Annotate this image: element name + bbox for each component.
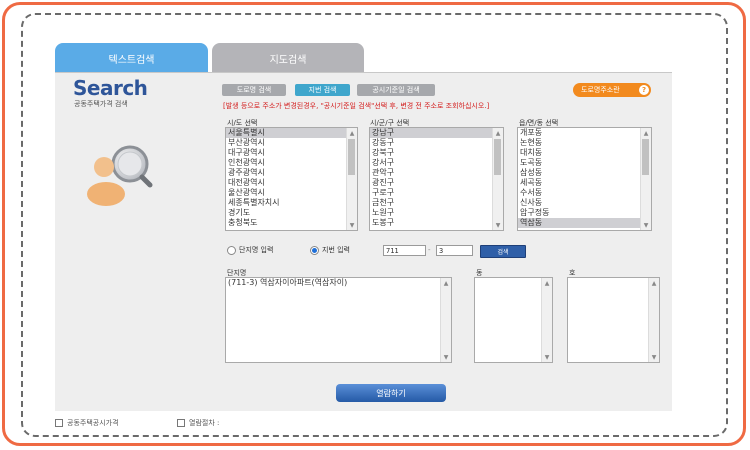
search-person-icon xyxy=(87,145,153,206)
sido-option[interactable]: 울산광역시 xyxy=(226,188,357,198)
scroll-thumb[interactable] xyxy=(494,139,501,175)
dong-option[interactable]: 신사동 xyxy=(518,198,651,208)
footer-link-price-label: 공동주택공시가격 xyxy=(67,419,119,427)
sigungu-option[interactable]: 강서구 xyxy=(370,158,503,168)
dong-option[interactable]: 도곡동 xyxy=(518,158,651,168)
dong-option[interactable]: 논현동 xyxy=(518,138,651,148)
sido-option[interactable]: 세종특별자치시 xyxy=(226,198,357,208)
bullet-icon xyxy=(177,419,185,427)
notice-date-search-button[interactable]: 공시기준일 검색 xyxy=(357,84,435,96)
road-search-button[interactable]: 도로명 검색 xyxy=(222,84,286,96)
dong-result-scrollbar[interactable]: ▲ ▼ xyxy=(541,278,552,362)
jibun-radio-label: 지번 입력 xyxy=(322,246,350,254)
lot-search-button[interactable]: 지번 검색 xyxy=(295,84,350,96)
dong-option[interactable]: 역삼동 xyxy=(518,218,651,228)
tab-map-search[interactable]: 지도검색 xyxy=(212,43,364,73)
sigungu-option[interactable]: 도봉구 xyxy=(370,218,503,228)
dong-result-listbox[interactable]: ▲ ▼ xyxy=(474,277,553,363)
sigungu-option[interactable]: 강동구 xyxy=(370,138,503,148)
dong-scrollbar[interactable]: ▲ ▼ xyxy=(640,128,651,230)
sido-option[interactable]: 광주광역시 xyxy=(226,168,357,178)
scroll-up-icon[interactable]: ▲ xyxy=(641,128,651,138)
ho-result-scrollbar[interactable]: ▲ ▼ xyxy=(648,278,659,362)
danji-result-scrollbar[interactable]: ▲ ▼ xyxy=(440,278,451,362)
help-icon: ? xyxy=(639,85,649,95)
sigungu-option[interactable]: 강남구 xyxy=(370,128,503,138)
scroll-up-icon[interactable]: ▲ xyxy=(542,278,552,288)
dong-option[interactable]: 삼성동 xyxy=(518,168,651,178)
sido-option[interactable]: 부산광역시 xyxy=(226,138,357,148)
dong-option[interactable]: 수서동 xyxy=(518,188,651,198)
jibun-separator: - xyxy=(428,246,431,254)
radio-icon xyxy=(310,245,319,255)
scroll-down-icon[interactable]: ▼ xyxy=(641,220,651,230)
jibun-sub-input[interactable]: 3 xyxy=(436,245,473,256)
footer-link-procedure-label: 열람절차 : xyxy=(189,419,220,427)
radio-icon xyxy=(227,245,236,255)
danji-result-listbox[interactable]: (711-3) 역삼자이아파트(역삼자이) ▲ ▼ xyxy=(225,277,452,363)
dong-option[interactable]: 압구정동 xyxy=(518,208,651,218)
sigungu-option[interactable]: 노원구 xyxy=(370,208,503,218)
scroll-thumb[interactable] xyxy=(642,139,649,175)
jibun-main-input[interactable]: 711 xyxy=(383,245,426,256)
dong-option[interactable]: 대치동 xyxy=(518,148,651,158)
sido-option[interactable]: 대전광역시 xyxy=(226,178,357,188)
sigungu-scrollbar[interactable]: ▲ ▼ xyxy=(492,128,503,230)
bullet-icon xyxy=(55,419,63,427)
dong-option[interactable]: 개포동 xyxy=(518,128,651,138)
sido-listbox[interactable]: 서울특별시 부산광역시 대구광역시 인천광역시 광주광역시 대전광역시 울산광역시 세종특별자… xyxy=(225,127,358,231)
jibun-radio[interactable]: 지번 입력 xyxy=(310,245,350,255)
tab-text-search[interactable]: 텍스트검색 xyxy=(55,43,208,73)
jibun-search-button[interactable]: 검색 xyxy=(480,245,526,258)
road-address-label: 도로명주소란 xyxy=(581,86,620,94)
search-logo-subtitle: 공동주택가격 검색 xyxy=(74,100,128,108)
scroll-up-icon[interactable]: ▲ xyxy=(649,278,659,288)
view-button[interactable]: 열람하기 xyxy=(336,384,446,402)
sido-option[interactable]: 경기도 xyxy=(226,208,357,218)
footer-link-price[interactable]: 공동주택공시가격 xyxy=(55,418,119,428)
scroll-up-icon[interactable]: ▲ xyxy=(347,128,357,138)
sido-option[interactable]: 서울특별시 xyxy=(226,128,357,138)
scroll-up-icon[interactable]: ▲ xyxy=(493,128,503,138)
sido-scrollbar[interactable]: ▲ ▼ xyxy=(346,128,357,230)
footer-link-procedure[interactable]: 열람절차 : xyxy=(177,418,219,428)
sido-option[interactable]: 충청북도 xyxy=(226,218,357,228)
scroll-down-icon[interactable]: ▼ xyxy=(649,352,659,362)
scroll-thumb[interactable] xyxy=(348,139,355,175)
scroll-down-icon[interactable]: ▼ xyxy=(441,352,451,362)
sigungu-option[interactable]: 구로구 xyxy=(370,188,503,198)
ho-result-listbox[interactable]: ▲ ▼ xyxy=(567,277,660,363)
road-address-button[interactable]: 도로명주소란 ? xyxy=(573,83,651,97)
sigungu-option[interactable]: 금천구 xyxy=(370,198,503,208)
danji-radio[interactable]: 단지명 입력 xyxy=(227,245,273,255)
search-logo-title: Search xyxy=(73,76,148,100)
scroll-up-icon[interactable]: ▲ xyxy=(441,278,451,288)
dong-listbox[interactable]: 개포동 논현동 대치동 도곡동 삼성동 세곡동 수서동 신사동 압구정동 역삼동 ▲ ▼ xyxy=(517,127,652,231)
sido-option[interactable]: 대구광역시 xyxy=(226,148,357,158)
danji-option[interactable]: (711-3) 역삼자이아파트(역삼자이) xyxy=(226,278,451,288)
danji-radio-label: 단지명 입력 xyxy=(239,246,274,254)
scroll-down-icon[interactable]: ▼ xyxy=(542,352,552,362)
sido-option[interactable]: 인천광역시 xyxy=(226,158,357,168)
scroll-down-icon[interactable]: ▼ xyxy=(493,220,503,230)
sigungu-option[interactable]: 관악구 xyxy=(370,168,503,178)
sigungu-listbox[interactable]: 강남구 강동구 강북구 강서구 관악구 광진구 구로구 금천구 노원구 도봉구 ▲ ▼ xyxy=(369,127,504,231)
scroll-down-icon[interactable]: ▼ xyxy=(347,220,357,230)
sigungu-option[interactable]: 광진구 xyxy=(370,178,503,188)
sigungu-option[interactable]: 강북구 xyxy=(370,148,503,158)
dong-option[interactable]: 세곡동 xyxy=(518,178,651,188)
notice-text: [발생 등으로 주소가 변경된경우, "공시기준일 검색"선택 후, 변경 전 … xyxy=(223,102,490,110)
